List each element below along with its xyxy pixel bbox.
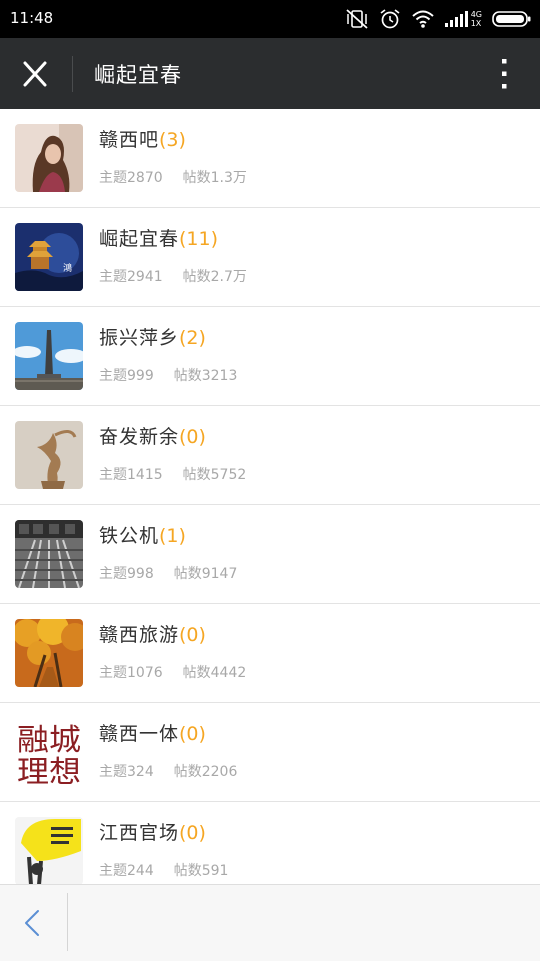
forum-posts: 帖数5752 bbox=[182, 467, 247, 483]
close-icon[interactable] bbox=[14, 54, 56, 94]
bottom-bar bbox=[0, 884, 540, 961]
forum-name: 赣西一体(0) bbox=[99, 723, 206, 745]
forum-name: 赣西旅游(0) bbox=[99, 624, 206, 646]
forum-list: 赣西吧(3) 主题2870 帖数1.3万 鴻 崛起宜春(11) 主题2941 帖数2… bbox=[0, 109, 540, 884]
forum-posts: 帖数3213 bbox=[173, 368, 238, 384]
forum-row[interactable]: 融城 理想 赣西一体(0) 主题324 帖数2206 bbox=[0, 703, 540, 802]
forum-name: 江西官场(0) bbox=[99, 822, 206, 844]
forum-unread-count: (1) bbox=[159, 525, 186, 547]
status-bar: 11:48 4G 1X bbox=[0, 0, 540, 38]
forum-topics: 主题998 bbox=[99, 566, 154, 582]
forum-unread-count: (11) bbox=[179, 228, 219, 250]
forum-stats: 主题1415 帖数5752 bbox=[99, 464, 246, 484]
forum-thumbnail-railway bbox=[15, 520, 83, 588]
forum-unread-count: (0) bbox=[179, 723, 206, 745]
forum-stats: 主题1076 帖数4442 bbox=[99, 662, 246, 682]
forum-unread-count: (0) bbox=[179, 426, 206, 448]
forum-thumbnail-monument bbox=[15, 322, 83, 390]
network-type-top: 4G bbox=[470, 10, 482, 19]
forum-topics: 主题1076 bbox=[99, 665, 163, 681]
forum-topics: 主题999 bbox=[99, 368, 154, 384]
forum-topics: 主题2941 bbox=[99, 269, 163, 285]
forum-stats: 主题2941 帖数2.7万 bbox=[99, 266, 247, 286]
forum-thumbnail-statue bbox=[15, 421, 83, 489]
page-title: 崛起宜春 bbox=[94, 63, 182, 87]
forum-name: 铁公机(1) bbox=[99, 525, 186, 547]
forum-posts: 帖数2.7万 bbox=[182, 269, 247, 285]
forum-stats: 主题324 帖数2206 bbox=[99, 761, 237, 781]
forum-row[interactable]: 鴻 崛起宜春(11) 主题2941 帖数2.7万 bbox=[0, 208, 540, 307]
network-type-bottom: 1X bbox=[470, 19, 482, 28]
forum-row[interactable]: 振兴萍乡(2) 主题999 帖数3213 bbox=[0, 307, 540, 406]
forum-thumbnail-portrait bbox=[15, 124, 83, 192]
forum-stats: 主题244 帖数591 bbox=[99, 860, 228, 880]
more-vertical-icon[interactable] bbox=[494, 56, 514, 92]
forum-posts: 帖数4442 bbox=[182, 665, 247, 681]
forum-topics: 主题1415 bbox=[99, 467, 163, 483]
svg-text:鴻: 鴻 bbox=[63, 262, 72, 274]
forum-row[interactable]: 江西官场(0) 主题244 帖数591 bbox=[0, 802, 540, 884]
forum-name: 崛起宜春(11) bbox=[99, 228, 219, 250]
forum-thumbnail-calligraphy-logo: 融城 理想 bbox=[15, 718, 83, 786]
forum-unread-count: (2) bbox=[179, 327, 206, 349]
bottom-divider bbox=[67, 893, 68, 951]
forum-row[interactable]: 赣西旅游(0) 主题1076 帖数4442 bbox=[0, 604, 540, 703]
forum-topics: 主题324 bbox=[99, 764, 154, 780]
signal-icon bbox=[444, 11, 468, 27]
svg-text:理想: 理想 bbox=[17, 755, 81, 786]
forum-name: 奋发新余(0) bbox=[99, 426, 206, 448]
forum-row[interactable]: 赣西吧(3) 主题2870 帖数1.3万 bbox=[0, 109, 540, 208]
back-arrow-icon[interactable] bbox=[16, 903, 52, 943]
forum-posts: 帖数1.3万 bbox=[182, 170, 247, 186]
wifi-icon bbox=[412, 10, 434, 28]
status-icons: 4G 1X bbox=[345, 6, 532, 32]
signal-indicator: 4G 1X bbox=[444, 10, 482, 28]
vibrate-mute-icon bbox=[346, 9, 368, 29]
svg-text:融城: 融城 bbox=[17, 723, 81, 758]
forum-row[interactable]: 铁公机(1) 主题998 帖数9147 bbox=[0, 505, 540, 604]
title-bar: 崛起宜春 bbox=[0, 38, 540, 109]
forum-unread-count: (3) bbox=[159, 129, 186, 151]
forum-name: 赣西吧(3) bbox=[99, 129, 186, 151]
alarm-icon bbox=[380, 9, 400, 29]
title-divider bbox=[72, 56, 73, 92]
status-time: 11:48 bbox=[10, 9, 54, 27]
forum-topics: 主题244 bbox=[99, 863, 154, 879]
forum-posts: 帖数591 bbox=[173, 863, 229, 879]
forum-thumbnail-pavilion: 鴻 bbox=[15, 223, 83, 291]
forum-posts: 帖数2206 bbox=[173, 764, 238, 780]
forum-stats: 主题999 帖数3213 bbox=[99, 365, 237, 385]
battery-icon bbox=[492, 11, 531, 27]
forum-row[interactable]: 奋发新余(0) 主题1415 帖数5752 bbox=[0, 406, 540, 505]
forum-stats: 主题2870 帖数1.3万 bbox=[99, 167, 247, 187]
forum-name: 振兴萍乡(2) bbox=[99, 327, 206, 349]
forum-topics: 主题2870 bbox=[99, 170, 163, 186]
forum-unread-count: (0) bbox=[179, 822, 206, 844]
forum-thumbnail-yellow-sign bbox=[15, 817, 83, 884]
forum-stats: 主题998 帖数9147 bbox=[99, 563, 237, 583]
forum-thumbnail-autumn bbox=[15, 619, 83, 687]
forum-unread-count: (0) bbox=[179, 624, 206, 646]
forum-posts: 帖数9147 bbox=[173, 566, 238, 582]
